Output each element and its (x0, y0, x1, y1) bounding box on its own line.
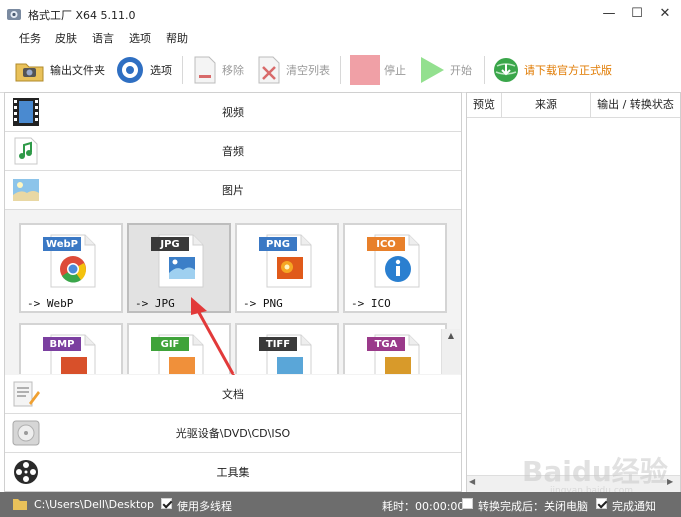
annotation-arrow-icon (191, 297, 235, 374)
stop-label: 停止 (384, 64, 406, 77)
download-official-label: 请下载官方正式版 (524, 64, 612, 77)
toolbar-divider (182, 56, 183, 84)
format-grid-scrollbar[interactable]: ▲ ▼ (441, 329, 460, 374)
status-bar: C:\Users\Dell\Desktop 使用多线程 耗时：00:00:00 … (0, 492, 681, 517)
category-image-label: 图片 (222, 184, 244, 197)
remove-label: 移除 (222, 64, 244, 77)
options-label: 选项 (150, 64, 172, 77)
notify-checkbox[interactable] (596, 498, 607, 509)
window-title: 格式工厂 X64 5.11.0 (28, 9, 136, 22)
scroll-up-icon[interactable]: ▲ (442, 329, 460, 343)
close-button[interactable]: ✕ (650, 2, 680, 26)
clear-list-label: 清空列表 (286, 64, 330, 77)
category-audio-label: 音频 (222, 145, 244, 158)
globe-download-icon (494, 58, 518, 82)
stop-button[interactable]: 停止 (350, 54, 406, 86)
conversion-panel: 视频 音频 图片 WebP -> WebP JPG -> JPG PNG -> … (4, 92, 462, 492)
scroll-right-icon[interactable]: ▶ (667, 477, 673, 486)
stop-icon (350, 55, 380, 85)
multithread-checkbox[interactable] (161, 498, 172, 509)
title-bar: 格式工厂 X64 5.11.0 — ☐ ✕ (0, 0, 681, 28)
category-video-label: 视频 (222, 106, 244, 119)
toolbar-divider (484, 56, 485, 84)
toolbar-divider (340, 56, 341, 84)
download-official-button[interactable]: 请下载官方正式版 (492, 54, 612, 86)
output-path[interactable]: C:\Users\Dell\Desktop (34, 498, 154, 511)
category-tools[interactable]: 工具集 (5, 453, 461, 491)
after-convert-checkbox[interactable] (462, 498, 473, 509)
folder-icon (13, 499, 27, 510)
column-header-output-status[interactable]: 输出 / 转换状态 (591, 93, 680, 118)
category-video[interactable]: 视频 (5, 93, 461, 132)
image-format-grid: WebP -> WebP JPG -> JPG PNG -> PNG ICO -… (5, 211, 461, 374)
category-document-label: 文档 (222, 388, 244, 401)
play-icon (421, 57, 444, 83)
category-audio[interactable]: 音频 (5, 132, 461, 171)
watermark-logo: Baidu经验 (522, 455, 668, 488)
category-document[interactable]: 文档 (5, 375, 461, 414)
scroll-left-icon[interactable]: ◀ (469, 477, 475, 486)
gear-icon (117, 57, 143, 83)
notify-label: 完成通知 (612, 500, 656, 513)
start-button[interactable]: 开始 (418, 54, 472, 86)
menu-task[interactable]: 任务 (19, 30, 41, 46)
minimize-button[interactable]: — (594, 2, 624, 26)
maximize-button[interactable]: ☐ (622, 2, 652, 26)
output-folder-label: 输出文件夹 (50, 64, 105, 77)
column-header-source[interactable]: 来源 (502, 93, 591, 118)
category-optical-label: 光驱设备\DVD\CD\ISO (175, 427, 291, 440)
category-optical[interactable]: 光驱设备\DVD\CD\ISO (5, 414, 461, 453)
task-list-panel: 预览 来源 输出 / 转换状态 ◀ ▶ (466, 92, 681, 492)
menu-options[interactable]: 选项 (129, 30, 151, 46)
remove-document-icon (194, 56, 216, 84)
clear-list-icon (258, 56, 280, 84)
menu-language[interactable]: 语言 (92, 30, 114, 46)
app-logo-icon (7, 9, 21, 20)
clear-list-button[interactable]: 清空列表 (256, 54, 330, 86)
output-folder-button[interactable]: 输出文件夹 (14, 54, 105, 86)
after-convert-label: 转换完成后：关闭电脑 (478, 500, 588, 513)
menu-skin[interactable]: 皮肤 (55, 30, 77, 46)
menu-help[interactable]: 帮助 (166, 30, 188, 46)
remove-button[interactable]: 移除 (192, 54, 244, 86)
category-image[interactable]: 图片 (5, 171, 461, 210)
start-label: 开始 (450, 64, 472, 77)
toolbar: 输出文件夹 选项 移除 清空列表 停止 开始 请下载官方正式版 (0, 48, 681, 93)
options-button[interactable]: 选项 (114, 54, 172, 86)
multithread-label: 使用多线程 (177, 500, 232, 513)
elapsed-time: 耗时：00:00:00 (382, 500, 465, 513)
column-header-preview[interactable]: 预览 (467, 93, 502, 118)
folder-camera-icon (15, 63, 44, 82)
category-tools-label: 工具集 (216, 466, 250, 479)
menu-bar: 任务 皮肤 语言 选项 帮助 (0, 28, 681, 48)
